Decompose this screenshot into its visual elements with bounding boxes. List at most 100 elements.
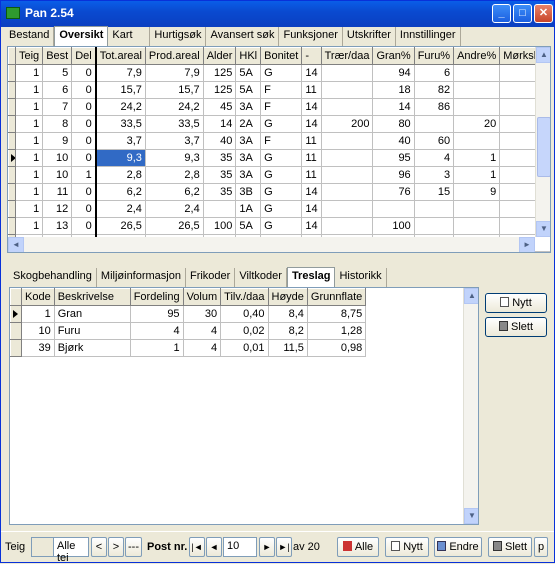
- treslag-new-button[interactable]: Nytt: [485, 293, 547, 313]
- table-cell[interactable]: 14: [301, 183, 322, 201]
- table-cell[interactable]: 39: [21, 339, 55, 357]
- column-header[interactable]: HKl: [235, 47, 262, 65]
- table-cell[interactable]: 14: [372, 98, 415, 116]
- table-cell[interactable]: 2,4: [144, 200, 204, 218]
- table-cell[interactable]: 14: [301, 98, 322, 116]
- table-cell[interactable]: 15,7: [95, 81, 146, 99]
- table-cell[interactable]: 7: [42, 98, 73, 116]
- tab-funksjoner[interactable]: Funksjoner: [279, 27, 343, 46]
- column-header[interactable]: Beskrivelse: [53, 288, 131, 306]
- row-indicator[interactable]: [8, 200, 16, 218]
- table-cell[interactable]: 10: [42, 149, 73, 167]
- row-indicator[interactable]: [8, 149, 16, 167]
- table-cell[interactable]: 40: [202, 132, 237, 150]
- row-indicator[interactable]: [8, 166, 16, 184]
- tab-miljoinformasjon[interactable]: Miljøinformasjon: [97, 268, 186, 287]
- table-cell[interactable]: 8,2: [267, 322, 308, 340]
- table-cell[interactable]: 6: [42, 81, 73, 99]
- table-cell[interactable]: 5A: [235, 217, 262, 235]
- table-cell[interactable]: [372, 200, 415, 218]
- table-cell[interactable]: 1: [14, 217, 44, 235]
- table-row[interactable]: 1 Gran 95 30 0,40 8,4 8,75: [10, 305, 367, 323]
- table-cell[interactable]: 100: [372, 217, 415, 235]
- row-indicator[interactable]: [8, 132, 16, 150]
- table-cell[interactable]: [320, 81, 374, 99]
- table-cell[interactable]: 9,3: [95, 149, 146, 167]
- table-cell[interactable]: 11,5: [267, 339, 308, 357]
- table-cell[interactable]: [320, 64, 374, 82]
- table-cell[interactable]: G: [260, 200, 303, 218]
- tab-frikoder[interactable]: Frikoder: [186, 268, 236, 287]
- table-cell[interactable]: 26,5: [144, 217, 204, 235]
- table-cell[interactable]: 1: [14, 81, 44, 99]
- table-cell[interactable]: 18: [372, 81, 415, 99]
- table-cell[interactable]: G: [260, 64, 303, 82]
- column-header[interactable]: Andre%: [453, 47, 501, 65]
- table-cell[interactable]: 2,8: [144, 166, 204, 184]
- table-row[interactable]: 1 8 0 33,5 33,5 14 2A G 14 200 80 20: [8, 115, 550, 133]
- column-header[interactable]: Teig: [14, 47, 44, 65]
- table-cell[interactable]: G: [260, 166, 303, 184]
- table-cell[interactable]: 11: [301, 132, 322, 150]
- table-cell[interactable]: [320, 200, 374, 218]
- column-header[interactable]: Bonitet: [260, 47, 303, 65]
- table-cell[interactable]: 0: [71, 115, 97, 133]
- table-cell[interactable]: 4: [129, 322, 184, 340]
- table-cell[interactable]: 33,5: [144, 115, 204, 133]
- table-cell[interactable]: 0,02: [220, 322, 269, 340]
- column-header[interactable]: Høyde: [267, 288, 308, 306]
- table-cell[interactable]: 60: [413, 132, 455, 150]
- previous-record-button[interactable]: ◄: [206, 537, 222, 557]
- table-cell[interactable]: 35: [202, 149, 237, 167]
- teig-input[interactable]: Alle tei: [53, 537, 89, 564]
- table-cell[interactable]: [453, 217, 501, 235]
- table-cell[interactable]: 9,3: [144, 149, 204, 167]
- table-cell[interactable]: 35: [202, 166, 237, 184]
- table-cell[interactable]: 5A: [235, 64, 262, 82]
- table-cell[interactable]: [320, 98, 374, 116]
- table-cell[interactable]: 1: [14, 166, 44, 184]
- column-header[interactable]: Tot.areal: [95, 47, 146, 65]
- treslag-scroll-up-button[interactable]: ▲: [464, 288, 478, 304]
- table-cell[interactable]: 0,01: [220, 339, 269, 357]
- table-cell[interactable]: G: [260, 149, 303, 167]
- table-cell[interactable]: 9: [42, 132, 73, 150]
- table-cell[interactable]: 0: [71, 200, 97, 218]
- table-cell[interactable]: 11: [301, 81, 322, 99]
- table-cell[interactable]: 6,2: [144, 183, 204, 201]
- table-cell[interactable]: 1: [453, 166, 501, 184]
- table-cell[interactable]: [320, 166, 374, 184]
- table-cell[interactable]: 3A: [235, 149, 262, 167]
- table-cell[interactable]: 1: [14, 183, 44, 201]
- table-cell[interactable]: 94: [372, 64, 415, 82]
- table-cell[interactable]: 14: [301, 64, 322, 82]
- table-cell[interactable]: 1,28: [306, 322, 367, 340]
- table-cell[interactable]: F: [260, 81, 303, 99]
- row-indicator[interactable]: [10, 339, 22, 357]
- column-header[interactable]: Furu%: [413, 47, 455, 65]
- column-header[interactable]: Tilv./daa: [220, 288, 269, 306]
- table-cell[interactable]: 13: [42, 217, 73, 235]
- tab-innstillinger[interactable]: Innstillinger: [396, 27, 461, 46]
- table-cell[interactable]: 20: [453, 115, 501, 133]
- column-header[interactable]: Fordeling: [129, 288, 184, 306]
- tab-kart[interactable]: Kart: [108, 27, 151, 46]
- treslag-grid[interactable]: Kode Beskrivelse Fordeling Volum Tilv./daa Hø…: [9, 287, 479, 525]
- table-row[interactable]: 1 9 0 3,7 3,7 40 3A F 11 40 60: [8, 132, 550, 150]
- table-cell[interactable]: 0: [71, 183, 97, 201]
- treslag-vscroll[interactable]: ▲ ▼: [463, 288, 478, 524]
- table-cell[interactable]: F: [260, 132, 303, 150]
- table-cell[interactable]: 3A: [235, 132, 262, 150]
- column-header[interactable]: Alder: [202, 47, 237, 65]
- table-cell[interactable]: G: [260, 115, 303, 133]
- title-bar[interactable]: Pan 2.54 _ □ ✕: [1, 1, 554, 27]
- scroll-thumb[interactable]: [537, 117, 550, 177]
- bestand-grid[interactable]: Teig Best Del Tot.areal Prod.areal Alder HKl Bo…: [7, 46, 551, 253]
- column-header[interactable]: Prod.areal: [144, 47, 204, 65]
- teig-next-button[interactable]: >: [108, 537, 124, 557]
- teig-prev-button[interactable]: <: [91, 537, 107, 557]
- table-cell[interactable]: 6: [413, 64, 455, 82]
- table-cell[interactable]: 100: [202, 217, 237, 235]
- table-cell[interactable]: 0: [71, 149, 97, 167]
- table-cell[interactable]: 3A: [235, 166, 262, 184]
